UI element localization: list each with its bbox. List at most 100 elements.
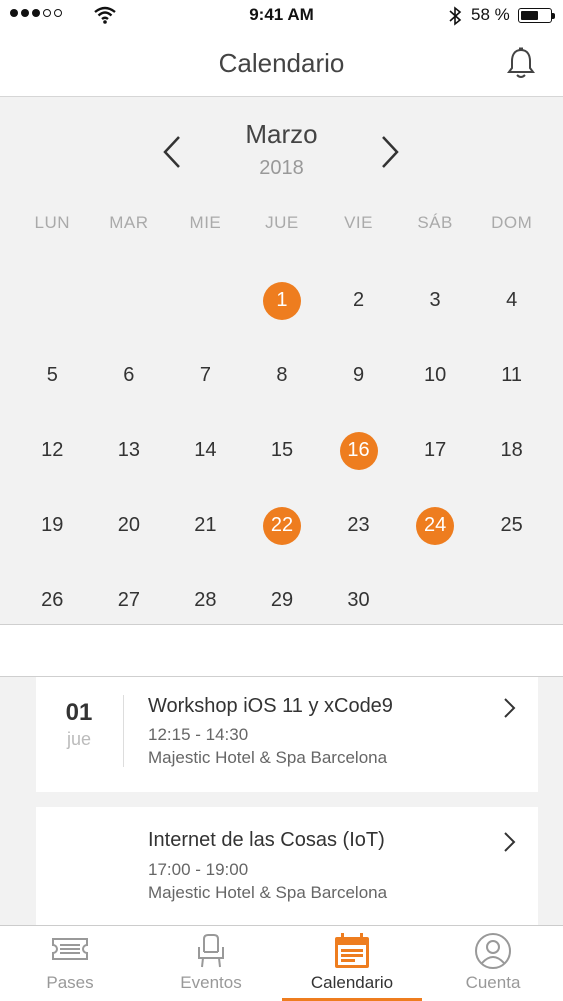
calendar-cell[interactable]: 21 <box>167 488 244 563</box>
calendar-cell[interactable]: 3 <box>397 263 474 338</box>
calendar-header: Marzo 2018 <box>0 97 563 197</box>
weekday-label: SÁB <box>417 213 453 232</box>
event-place: Majestic Hotel & Spa Barcelona <box>148 883 388 902</box>
calendar-cell[interactable]: 1 <box>244 263 321 338</box>
calendar-day[interactable]: 10 <box>416 357 454 395</box>
tab-cuenta[interactable]: Cuenta <box>423 926 563 1001</box>
battery-percentage: 58 % <box>471 5 510 24</box>
weekday-label: LUN <box>34 213 71 232</box>
tab-pases[interactable]: Pases <box>0 926 140 1001</box>
calendar-day[interactable]: 11 <box>493 357 531 395</box>
calendar-day[interactable]: 3 <box>416 282 454 320</box>
calendar-day[interactable]: 15 <box>263 432 301 470</box>
calendar-day[interactable]: 7 <box>186 357 224 395</box>
calendar-day[interactable]: 25 <box>493 507 531 545</box>
calendar-cell[interactable]: 9 <box>320 338 397 413</box>
calendar-day[interactable]: 13 <box>110 432 148 470</box>
calendar-day[interactable]: 21 <box>186 507 224 545</box>
calendar-day[interactable]: 8 <box>263 357 301 395</box>
calendar-day[interactable]: 18 <box>493 432 531 470</box>
event-list: 01 jue Workshop iOS 11 y xCode9 12:15 - … <box>0 677 563 925</box>
calendar-day[interactable]: 23 <box>340 507 378 545</box>
calendar-day[interactable]: 30 <box>340 582 378 620</box>
calendar-cell[interactable]: 2 <box>320 263 397 338</box>
calendar-day[interactable]: 28 <box>186 582 224 620</box>
calendar-blank-cell <box>14 263 91 338</box>
calendar-day[interactable]: 26 <box>33 582 71 620</box>
event-title: Workshop iOS 11 y xCode9 <box>148 695 393 717</box>
tab-eventos[interactable]: Eventos <box>141 926 281 1001</box>
calendar-day[interactable]: 19 <box>33 507 71 545</box>
calendar-cell[interactable]: 14 <box>167 413 244 488</box>
chevron-right-icon <box>504 698 516 718</box>
weekday-label: MIE <box>189 213 222 232</box>
tab-label: Calendario <box>310 973 394 992</box>
calendar-day-event[interactable]: 24 <box>416 506 455 545</box>
month-label: Marzo <box>245 119 318 149</box>
calendar-cell[interactable]: 11 <box>473 338 550 413</box>
calendar-day-event[interactable]: 1 <box>262 281 301 320</box>
bluetooth-icon <box>449 6 462 26</box>
calendar-day[interactable]: 14 <box>186 432 224 470</box>
weekday-label: JUE <box>265 213 299 232</box>
calendar-day[interactable]: 20 <box>110 507 148 545</box>
calendar-day-event[interactable]: 16 <box>339 431 378 470</box>
calendar-cell[interactable]: 5 <box>14 338 91 413</box>
calendar-day[interactable]: 17 <box>416 432 454 470</box>
calendar-cell[interactable]: 8 <box>244 338 321 413</box>
tab-calendario[interactable]: Calendario <box>282 926 422 1001</box>
calendar-day-event[interactable]: 22 <box>262 506 301 545</box>
ticket-icon <box>52 938 88 960</box>
calendar-cell[interactable]: 24 <box>397 488 474 563</box>
tab-label: Eventos <box>180 973 242 992</box>
calendar-icon <box>335 933 369 968</box>
weekday-label: MAR <box>109 213 149 232</box>
calendar-cell[interactable]: 18 <box>473 413 550 488</box>
event-place: Majestic Hotel & Spa Barcelona <box>148 748 388 767</box>
event-weekday: jue <box>66 729 92 749</box>
event-time: 17:00 - 19:00 <box>148 860 249 879</box>
calendar-day[interactable]: 27 <box>110 582 148 620</box>
bell-icon[interactable] <box>505 46 537 80</box>
calendar-blank-cell <box>91 263 168 338</box>
calendar-cell[interactable]: 13 <box>91 413 168 488</box>
event-card[interactable]: Internet de las Cosas (IoT) 17:00 - 19:0… <box>36 807 538 925</box>
weekday-label: DOM <box>491 213 533 232</box>
calendar-cell[interactable]: 4 <box>473 263 550 338</box>
weekday-label: VIE <box>344 213 373 232</box>
event-title: Internet de las Cosas (IoT) <box>148 829 385 851</box>
calendar-cell[interactable]: 16 <box>320 413 397 488</box>
year-label: 2018 <box>259 157 304 179</box>
calendar-cell[interactable]: 25 <box>473 488 550 563</box>
calendar-day[interactable]: 4 <box>493 282 531 320</box>
calendar-day[interactable]: 12 <box>33 432 71 470</box>
next-month-button[interactable] <box>378 135 402 169</box>
calendar-blank-cell <box>167 263 244 338</box>
calendar-cell[interactable]: 23 <box>320 488 397 563</box>
status-bar: 9:41 AM 58 % <box>0 0 563 32</box>
chair-icon <box>198 934 224 968</box>
calendar-cell[interactable]: 10 <box>397 338 474 413</box>
calendar-cell[interactable]: 6 <box>91 338 168 413</box>
calendar-day[interactable]: 9 <box>340 357 378 395</box>
event-card[interactable]: 01 jue Workshop iOS 11 y xCode9 12:15 - … <box>36 677 538 792</box>
day-grid: 1 2 3 4 5 6 7 8 9 10 11 12 13 14 15 16 17 18 19 20 21 22 23 24 2… <box>14 263 550 638</box>
user-icon <box>475 933 511 969</box>
calendar-cell[interactable]: 7 <box>167 338 244 413</box>
page-title: Calendario <box>218 48 345 78</box>
calendar-cell[interactable]: 12 <box>14 413 91 488</box>
battery-icon <box>518 8 555 23</box>
weekday-header: LUN MAR MIE JUE VIE SÁB DOM <box>14 213 550 233</box>
divider-band <box>0 624 563 677</box>
calendar-cell[interactable]: 17 <box>397 413 474 488</box>
calendar-day[interactable]: 6 <box>110 357 148 395</box>
calendar-day[interactable]: 2 <box>340 282 378 320</box>
calendar-day[interactable]: 5 <box>33 357 71 395</box>
calendar-cell[interactable]: 22 <box>244 488 321 563</box>
calendar-cell[interactable]: 20 <box>91 488 168 563</box>
tab-label: Pases <box>46 973 94 992</box>
event-time: 12:15 - 14:30 <box>148 725 249 744</box>
calendar-day[interactable]: 29 <box>263 582 301 620</box>
calendar-cell[interactable]: 19 <box>14 488 91 563</box>
calendar-cell[interactable]: 15 <box>244 413 321 488</box>
